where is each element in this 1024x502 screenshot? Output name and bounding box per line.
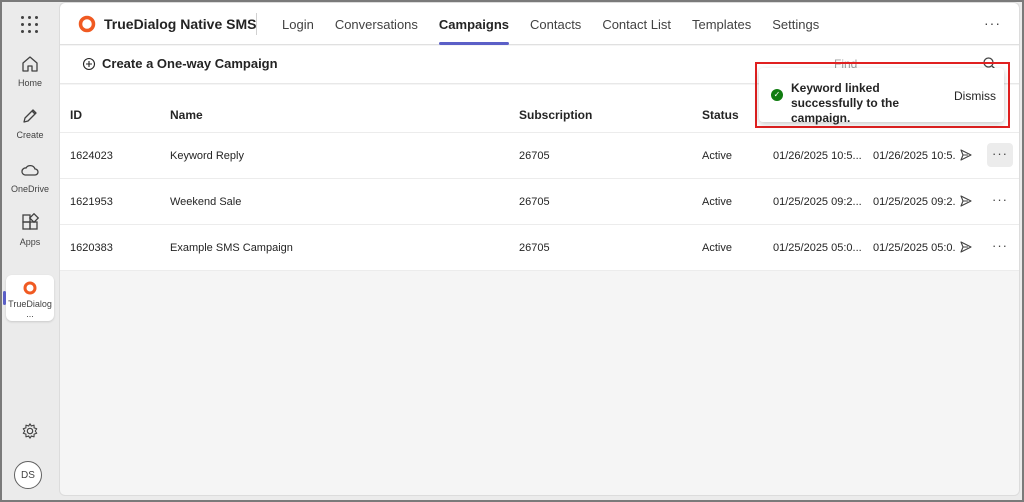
tab-settings[interactable]: Settings: [772, 3, 819, 45]
cell-date: 01/25/2025 09:2...: [873, 196, 955, 208]
success-check-icon: ✓: [771, 89, 783, 101]
tab-campaigns[interactable]: Campaigns: [438, 3, 510, 45]
cell-date: 01/25/2025 05:0...: [773, 242, 862, 254]
send-icon[interactable]: [960, 241, 972, 253]
rail-item-onedrive[interactable]: OneDrive: [2, 160, 58, 194]
send-icon[interactable]: [960, 195, 972, 207]
cell-subscription: 26705: [519, 196, 550, 208]
more-options-icon[interactable]: ···: [984, 15, 1001, 31]
cell-status: Active: [702, 242, 732, 254]
create-campaign-button[interactable]: Create a One-way Campaign: [82, 56, 278, 71]
rail-item-apps[interactable]: Apps: [2, 213, 58, 247]
table-row[interactable]: 1621953 Weekend Sale 26705 Active 01/25/…: [60, 179, 1019, 225]
header-divider: [256, 13, 257, 35]
table-row[interactable]: 1624023 Keyword Reply 26705 Active 01/26…: [60, 133, 1019, 179]
brand: TrueDialog Native SMS: [78, 15, 256, 33]
apps-icon: [22, 213, 40, 230]
cell-subscription: 26705: [519, 242, 550, 254]
cell-date: 01/25/2025 09:2...: [773, 196, 862, 208]
rail-item-label: Create: [16, 130, 44, 140]
cell-date: 01/26/2025 10:5...: [873, 150, 955, 162]
home-icon: [22, 56, 38, 72]
cell-status: Active: [702, 196, 732, 208]
cloud-icon: [21, 164, 39, 176]
row-more-options-button[interactable]: ···: [987, 189, 1013, 213]
rail-item-truedialog[interactable]: TrueDialog ...: [3, 275, 54, 321]
app-header: TrueDialog Native SMS Login Conversation…: [60, 3, 1019, 45]
rail-item-label: OneDrive: [10, 184, 49, 194]
rail-item-label: TrueDialog ...: [8, 299, 52, 319]
row-more-options-button[interactable]: ···: [987, 235, 1013, 259]
left-rail: Home Create OneDrive Apps TrueDialog ...…: [2, 2, 58, 498]
cell-date: 01/26/2025 10:5...: [773, 150, 862, 162]
send-icon[interactable]: [960, 149, 972, 161]
rail-item-home[interactable]: Home: [2, 54, 58, 88]
cell-id: 1621953: [70, 196, 113, 208]
rail-item-create[interactable]: Create: [2, 106, 58, 140]
settings-gear-icon[interactable]: [21, 422, 39, 440]
row-more-options-button[interactable]: ···: [987, 143, 1013, 167]
cell-id: 1620383: [70, 242, 113, 254]
tab-contacts[interactable]: Contacts: [530, 3, 581, 45]
toast-message: Keyword linked successfully to the campa…: [791, 81, 900, 125]
cell-subscription: 26705: [519, 150, 550, 162]
truedialog-logo-icon: [23, 281, 37, 295]
tab-login[interactable]: Login: [282, 3, 314, 45]
tab-conversations[interactable]: Conversations: [335, 3, 418, 45]
add-circle-icon: [82, 57, 96, 70]
nav-tabs: Login Conversations Campaigns Contacts C…: [282, 3, 840, 45]
cell-name: Keyword Reply: [170, 150, 244, 162]
rail-item-label: Home: [17, 78, 42, 88]
app-launcher-icon[interactable]: [21, 16, 39, 34]
cell-id: 1624023: [70, 150, 113, 162]
pen-icon: [23, 109, 37, 123]
success-toast: ✓ Keyword linked successfully to the cam…: [759, 68, 1004, 125]
truedialog-logo-icon: [78, 15, 96, 33]
avatar[interactable]: DS: [14, 461, 42, 489]
app-title: TrueDialog Native SMS: [104, 16, 257, 32]
tab-templates[interactable]: Templates: [692, 3, 751, 45]
create-campaign-label: Create a One-way Campaign: [102, 56, 278, 71]
table-row[interactable]: 1620383 Example SMS Campaign 26705 Activ…: [60, 225, 1019, 271]
rail-item-label: Apps: [19, 237, 41, 247]
dismiss-button[interactable]: Dismiss: [954, 89, 996, 103]
cell-date: 01/25/2025 05:0...: [873, 242, 955, 254]
cell-status: Active: [702, 150, 732, 162]
tab-contact-list[interactable]: Contact List: [602, 3, 671, 45]
cell-name: Weekend Sale: [170, 196, 242, 208]
cell-name: Example SMS Campaign: [170, 242, 293, 254]
